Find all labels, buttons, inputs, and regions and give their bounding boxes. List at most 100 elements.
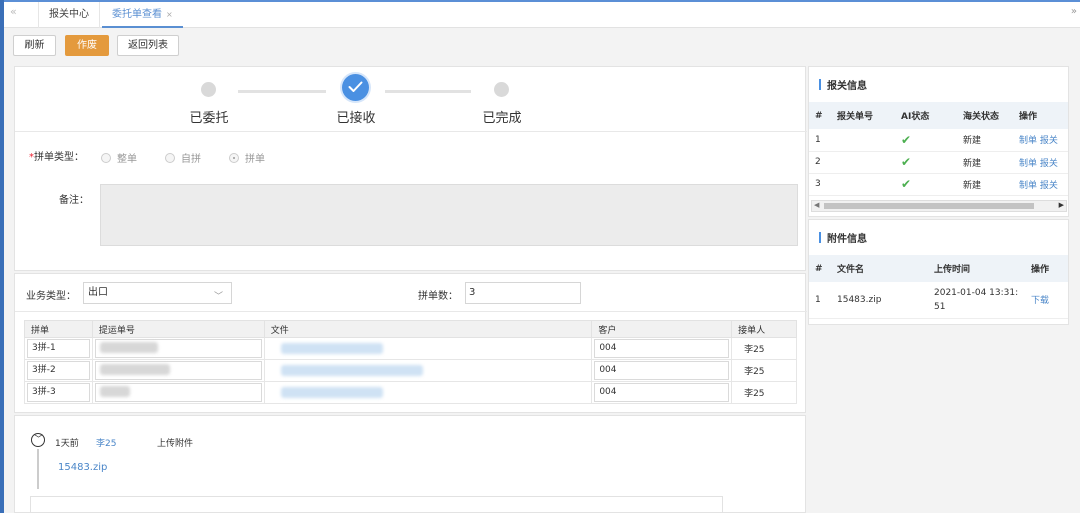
check-icon: ✔	[901, 155, 912, 169]
make-doc-link[interactable]: 制单	[1019, 136, 1037, 146]
comment-box[interactable]	[30, 496, 723, 513]
row-index: 1	[809, 282, 831, 319]
declare-link[interactable]: 报关	[1040, 181, 1058, 191]
redacted-file-link[interactable]	[280, 387, 383, 398]
redacted-file-link[interactable]	[280, 365, 423, 376]
radio-circle-selected	[229, 152, 239, 163]
column-header: 海关状态	[957, 102, 1013, 129]
redacted-file-link[interactable]	[280, 343, 383, 354]
split-no-input[interactable]: 3拼-2	[27, 361, 90, 380]
check-icon: ✔	[901, 177, 912, 191]
table-row: 3拼-1 004 李25	[24, 337, 797, 360]
bill-no-input[interactable]	[94, 361, 262, 380]
declaration-no	[831, 129, 895, 152]
table-row: 2 ✔ 新建 制单 报关	[809, 151, 1068, 174]
remark-textarea[interactable]	[100, 184, 798, 246]
bill-no-input[interactable]	[94, 383, 262, 402]
customer-input[interactable]: 004	[594, 339, 730, 358]
table-row: 3拼-3 004 李25	[24, 381, 797, 404]
table-row: 1 ✔ 新建 制单 报关	[809, 129, 1068, 152]
row-index: 3	[809, 173, 831, 196]
check-icon: ✔	[901, 132, 912, 147]
bill-no-input[interactable]	[94, 339, 262, 358]
timeline-file-link[interactable]: 15483.zip	[58, 462, 107, 473]
row-index: 2	[809, 151, 831, 174]
tab-scroll-right-icon[interactable]: »	[1071, 6, 1077, 17]
table-header-row: 拼单 提运单号 文件 客户 接单人	[24, 320, 797, 338]
refresh-button[interactable]: 刷新	[13, 35, 56, 56]
column-header: #	[809, 102, 831, 129]
table-row: 3 ✔ 新建 制单 报关	[809, 173, 1068, 196]
declare-link[interactable]: 报关	[1040, 159, 1058, 169]
scroll-right-icon[interactable]: ▶	[1059, 201, 1064, 209]
step-label-entrusted: 已委托	[189, 111, 229, 126]
timeline-user-link[interactable]: 李25	[96, 436, 116, 449]
radio-self-split[interactable]: 自拼	[165, 150, 201, 165]
tab-bar: « 报关中心 委托单查看 × »	[4, 2, 1080, 28]
upload-time: 2021-01-04 13:31:51	[928, 282, 1025, 319]
step-dot-pending	[201, 82, 216, 97]
declaration-no	[831, 173, 895, 196]
split-order-table: 拼单 提运单号 文件 客户 接单人 3拼-1 004 李25 3拼-2 004 …	[24, 320, 797, 404]
column-header: 拼单	[24, 320, 93, 338]
horizontal-scrollbar[interactable]: ◀ ▶	[811, 200, 1067, 212]
tab-label: 委托单查看	[112, 9, 162, 20]
collapse-chevron-icon[interactable]: ﹀	[31, 433, 45, 447]
declaration-no	[831, 151, 895, 174]
attachment-table: # 文件名 上传时间 操作 1 15483.zip 2021-01-04 13:…	[809, 255, 1068, 319]
timeline-action: 上传附件	[157, 439, 194, 449]
column-header: 报关单号	[831, 102, 895, 129]
row-index: 1	[809, 129, 831, 152]
chevron-down-icon: ﹀	[213, 292, 223, 302]
redacted-text	[99, 342, 158, 353]
customs-status: 新建	[957, 173, 1013, 196]
split-no-input[interactable]: 3拼-1	[27, 339, 90, 358]
column-header: 操作	[1025, 255, 1068, 282]
make-doc-link[interactable]: 制单	[1019, 181, 1037, 191]
table-row: 1 15483.zip 2021-01-04 13:31:51 下载	[809, 282, 1068, 319]
scroll-left-icon[interactable]: ◀	[814, 201, 819, 209]
tab-customs-center[interactable]: 报关中心	[38, 2, 100, 28]
void-button[interactable]: 作废	[65, 35, 109, 56]
customs-info-panel: 报关信息 # 报关单号 AI状态 海关状态 操作 1 ✔ 新建 制单 报关 2 …	[808, 66, 1069, 217]
step-label-completed: 已完成	[482, 111, 522, 126]
split-count-label: 拼单数：	[418, 291, 458, 302]
activity-timeline: ﹀ 1天前 李25 上传附件 15483.zip	[14, 415, 806, 513]
declare-link[interactable]: 报关	[1040, 136, 1058, 146]
order-status-panel: 已委托 已接收 已完成 *拼单类型： 整单 自拼 拼单 备注：	[14, 66, 807, 271]
tab-scroll-left-icon[interactable]: «	[10, 5, 17, 18]
title-bar	[819, 232, 821, 243]
customer-input[interactable]: 004	[594, 361, 730, 380]
close-icon[interactable]: ×	[166, 10, 173, 19]
divider	[15, 311, 807, 312]
column-header: 上传时间	[928, 255, 1025, 282]
table-row: 3拼-2 004 李25	[24, 359, 797, 382]
column-header: 接单人	[731, 320, 797, 338]
radio-circle	[101, 152, 111, 163]
split-type-label: *拼单类型：	[29, 152, 84, 163]
redacted-text	[99, 386, 130, 397]
timeline-line	[37, 449, 39, 489]
timeline-time: 1天前	[55, 439, 79, 449]
left-accent-bar	[0, 0, 4, 513]
step-dot-pending	[494, 82, 509, 97]
radio-whole[interactable]: 整单	[101, 150, 137, 165]
make-doc-link[interactable]: 制单	[1019, 159, 1037, 169]
customs-status: 新建	[957, 129, 1013, 152]
customs-info-title: 报关信息	[819, 77, 867, 92]
back-to-list-button[interactable]: 返回列表	[117, 35, 179, 56]
column-header: 文件名	[831, 255, 928, 282]
split-no-input[interactable]: 3拼-3	[27, 383, 90, 402]
download-link[interactable]: 下载	[1031, 296, 1049, 306]
split-count-input[interactable]: 3	[465, 282, 581, 304]
customs-table: # 报关单号 AI状态 海关状态 操作 1 ✔ 新建 制单 报关 2 ✔ 新建 …	[809, 102, 1068, 196]
radio-split[interactable]: 拼单	[229, 150, 265, 165]
file-name: 15483.zip	[831, 282, 928, 319]
tab-order-view[interactable]: 委托单查看 ×	[102, 2, 183, 28]
business-type-select[interactable]: 出口 ﹀	[83, 282, 232, 304]
business-type-label: 业务类型：	[26, 291, 76, 302]
redacted-text	[99, 364, 170, 375]
scrollbar-thumb[interactable]	[824, 203, 1034, 209]
customer-input[interactable]: 004	[594, 383, 730, 402]
receiver-cell: 李25	[731, 381, 797, 404]
